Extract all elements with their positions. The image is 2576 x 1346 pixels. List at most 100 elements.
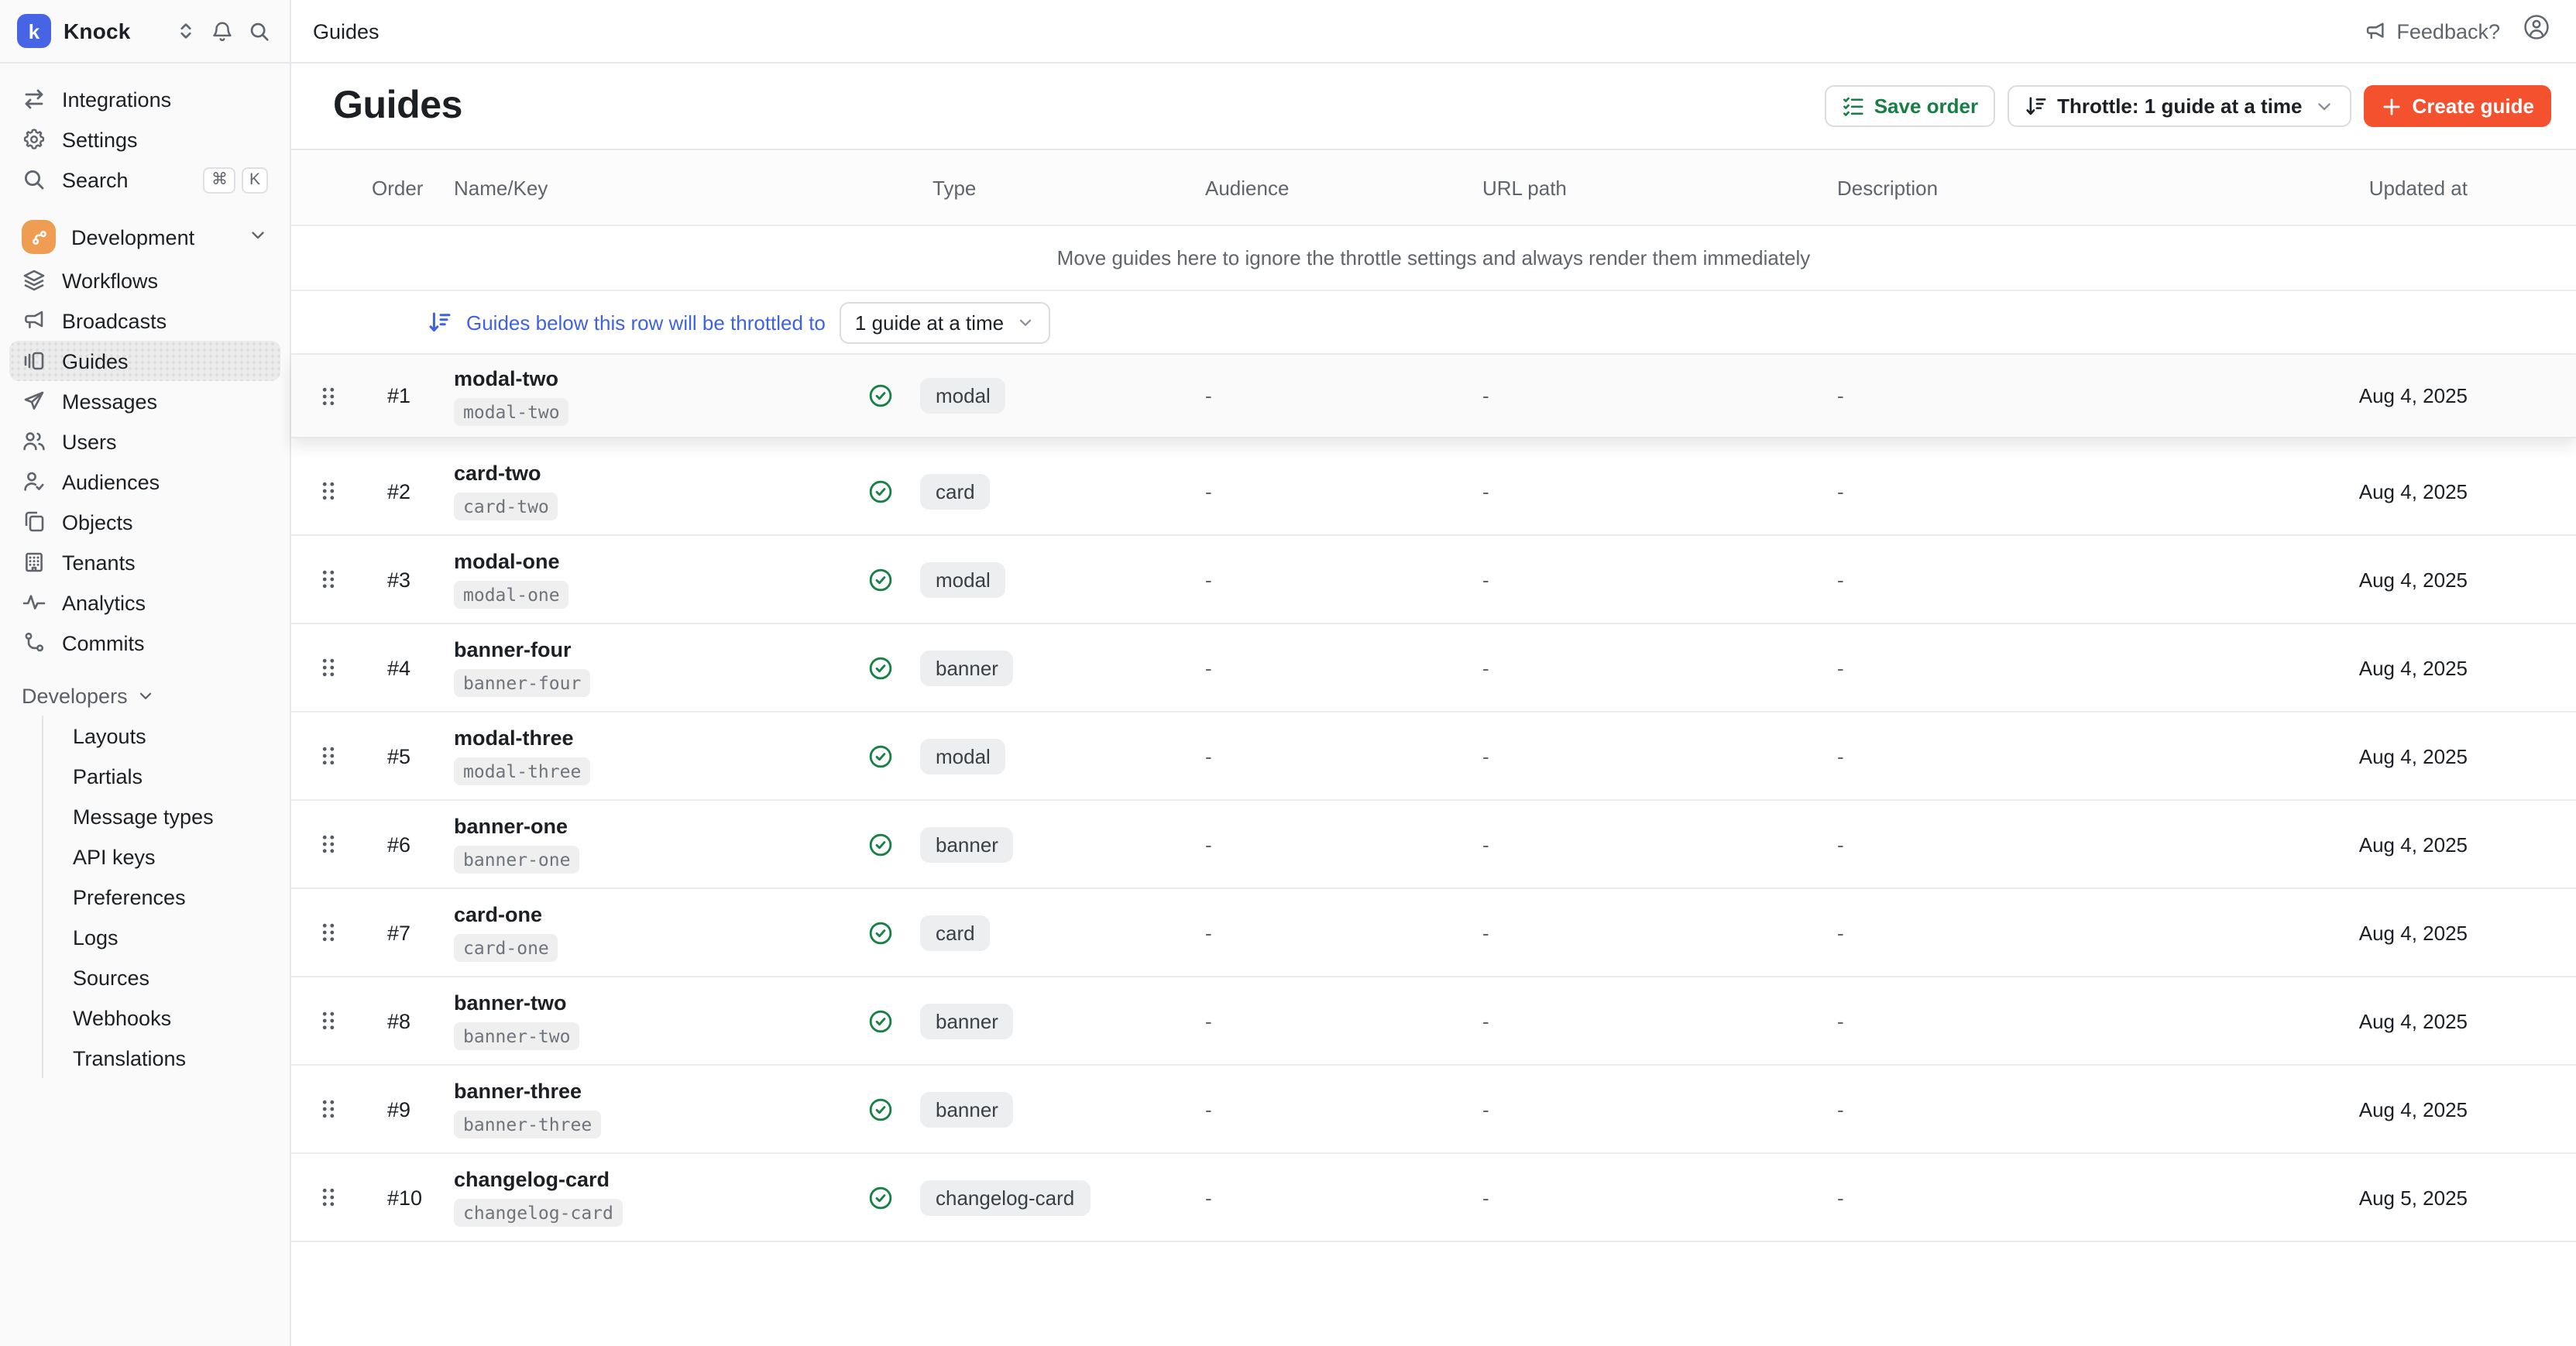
- create-guide-button[interactable]: Create guide: [2365, 85, 2552, 127]
- sidebar-item-layouts[interactable]: Layouts: [64, 716, 280, 756]
- throttle-count-select[interactable]: 1 guide at a time: [840, 301, 1050, 343]
- table-row[interactable]: #7 card-one card-one card - - - Aug 4, 2…: [291, 889, 2576, 977]
- sidebar-item-partials[interactable]: Partials: [64, 756, 280, 796]
- guide-name[interactable]: modal-three: [434, 726, 849, 750]
- environment-switcher[interactable]: Development: [9, 214, 280, 260]
- guide-name[interactable]: modal-one: [434, 550, 849, 573]
- feedback-button[interactable]: Feedback?: [2364, 19, 2500, 43]
- url-path-value: -: [1464, 921, 1819, 944]
- sidebar-item-commits[interactable]: Commits: [9, 623, 280, 663]
- drag-handle[interactable]: [291, 832, 366, 857]
- guide-name[interactable]: banner-one: [434, 815, 849, 838]
- sort-descending-icon: [428, 310, 452, 335]
- table-row[interactable]: #5 modal-three modal-three modal - - - A…: [291, 712, 2576, 801]
- audience-value: -: [1187, 1009, 1464, 1032]
- throttle-divider-text: Guides below this row will be throttled …: [466, 311, 826, 334]
- guide-key-badge: banner-four: [454, 669, 590, 697]
- guide-key-badge: changelog-card: [454, 1199, 623, 1227]
- url-path-value: -: [1464, 384, 1819, 407]
- save-order-button[interactable]: Save order: [1825, 85, 1995, 127]
- drag-handle[interactable]: [291, 1185, 366, 1210]
- sidebar-item-guides[interactable]: Guides: [9, 341, 280, 381]
- table-row[interactable]: #8 banner-two banner-two banner - - - Au…: [291, 977, 2576, 1066]
- url-path-value: -: [1464, 568, 1819, 591]
- updated-at-value: Aug 4, 2025: [2235, 921, 2576, 944]
- sidebar-item-sources[interactable]: Sources: [64, 957, 280, 997]
- table-row[interactable]: #3 modal-one modal-one modal - - - Aug 4…: [291, 536, 2576, 624]
- immediate-drop-zone[interactable]: Move guides here to ignore the throttle …: [291, 226, 2576, 291]
- sidebar-item-tenants[interactable]: Tenants: [9, 542, 280, 582]
- chevron-down-icon: [2315, 96, 2335, 116]
- sidebar-item-settings[interactable]: Settings: [9, 119, 280, 160]
- throttle-dropdown-button[interactable]: Throttle: 1 guide at a time: [2008, 85, 2351, 127]
- sidebar-item-logs[interactable]: Logs: [64, 917, 280, 957]
- guide-name[interactable]: banner-two: [434, 991, 849, 1015]
- expand-workspace-icon[interactable]: [175, 20, 197, 42]
- drag-handle[interactable]: [291, 920, 366, 945]
- sidebar-item-api-keys[interactable]: API keys: [64, 836, 280, 877]
- status-active-check-icon: [867, 478, 894, 504]
- type-badge: banner: [920, 826, 1014, 862]
- sidebar-item-search[interactable]: Search ⌘ K: [9, 160, 280, 200]
- drag-handle[interactable]: [291, 479, 366, 503]
- drag-handle-icon: [318, 383, 339, 408]
- sidebar-item-users[interactable]: Users: [9, 421, 280, 462]
- sidebar-item-preferences[interactable]: Preferences: [64, 877, 280, 917]
- status-active-check-icon: [867, 1008, 894, 1034]
- table-row[interactable]: #10 changelog-card changelog-card change…: [291, 1154, 2576, 1242]
- search-icon[interactable]: [248, 19, 271, 43]
- drag-handle[interactable]: [291, 383, 366, 408]
- guides-table: Order Name/Key Type Audience URL path De…: [291, 150, 2576, 1242]
- type-badge: card: [920, 473, 991, 509]
- developers-section-toggle[interactable]: Developers: [9, 675, 280, 716]
- guide-key-badge: banner-three: [454, 1111, 601, 1138]
- drag-handle[interactable]: [291, 1097, 366, 1121]
- person-check-icon: [22, 469, 46, 494]
- sidebar-item-messages[interactable]: Messages: [9, 381, 280, 421]
- table-row[interactable]: #6 banner-one banner-one banner - - - Au…: [291, 801, 2576, 889]
- type-badge: banner: [920, 650, 1014, 685]
- sidebar-item-audiences[interactable]: Audiences: [9, 462, 280, 502]
- table-row[interactable]: #2 card-two card-two card - - - Aug 4, 2…: [291, 448, 2576, 536]
- guide-key-badge: banner-one: [454, 846, 580, 874]
- workspace-switcher[interactable]: k Knock: [0, 0, 290, 64]
- drag-handle[interactable]: [291, 655, 366, 680]
- table-header-row: Order Name/Key Type Audience URL path De…: [291, 150, 2576, 226]
- guide-name[interactable]: modal-two: [434, 366, 849, 390]
- sidebar-item-translations[interactable]: Translations: [64, 1038, 280, 1078]
- building-icon: [22, 550, 46, 575]
- sidebar-item-webhooks[interactable]: Webhooks: [64, 997, 280, 1038]
- commit-branch-icon: [22, 630, 46, 655]
- table-row[interactable]: #9 banner-three banner-three banner - - …: [291, 1066, 2576, 1154]
- sidebar-item-objects[interactable]: Objects: [9, 502, 280, 542]
- sidebar-item-workflows[interactable]: Workflows: [9, 260, 280, 300]
- main-content: Guides Feedback? Guides Save order: [291, 0, 2576, 1346]
- table-row[interactable]: #4 banner-four banner-four banner - - - …: [291, 624, 2576, 712]
- url-path-value: -: [1464, 1186, 1819, 1209]
- notifications-bell-icon[interactable]: [211, 19, 234, 43]
- sidebar-item-message-types[interactable]: Message types: [64, 796, 280, 836]
- guide-name[interactable]: banner-four: [434, 638, 849, 661]
- guide-name[interactable]: card-one: [434, 903, 849, 926]
- account-avatar-icon[interactable]: [2522, 12, 2551, 50]
- chevron-down-icon: [137, 686, 156, 705]
- type-badge: changelog-card: [920, 1179, 1090, 1215]
- knock-logo: k: [17, 14, 51, 48]
- table-row[interactable]: #1 modal-two modal-two modal - - - Aug 4…: [291, 355, 2576, 438]
- drag-handle[interactable]: [291, 567, 366, 592]
- column-header-description: Description: [1819, 176, 2235, 199]
- sidebar-item-integrations[interactable]: Integrations: [9, 79, 280, 119]
- breadcrumb: Guides: [313, 19, 380, 43]
- updated-at-value: Aug 4, 2025: [2235, 1009, 2576, 1032]
- row-order: #4: [366, 656, 434, 679]
- drag-handle[interactable]: [291, 1008, 366, 1033]
- sidebar-item-broadcasts[interactable]: Broadcasts: [9, 300, 280, 341]
- guide-name[interactable]: card-two: [434, 462, 849, 485]
- drag-handle[interactable]: [291, 743, 366, 768]
- sidebar-item-analytics[interactable]: Analytics: [9, 582, 280, 623]
- updated-at-value: Aug 4, 2025: [2235, 744, 2576, 767]
- guide-name[interactable]: changelog-card: [434, 1168, 849, 1191]
- status-active-check-icon: [867, 831, 894, 857]
- guide-name[interactable]: banner-three: [434, 1080, 849, 1103]
- row-order: #7: [366, 921, 434, 944]
